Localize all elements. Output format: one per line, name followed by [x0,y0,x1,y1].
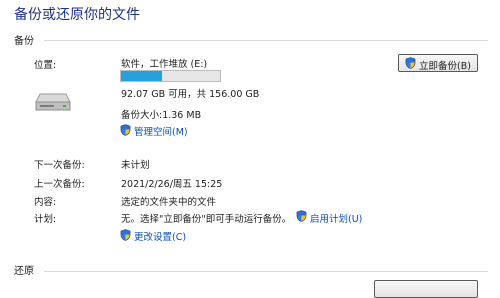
backup-now-label: 立即备份(B) [419,61,471,72]
drive-usage-bar [120,70,221,82]
backup-section-title: 备份 [14,36,34,47]
enable-schedule-link[interactable]: 启用计划(U) [310,211,362,225]
last-backup-value: 2021/2/26/周五 15:25 [121,179,223,190]
drive-usage-fill [121,71,162,81]
schedule-value: 无。选择"立即备份"即可手动运行备份。 [121,214,292,225]
location-label: 位置: [34,60,57,71]
backup-now-button[interactable]: 立即备份(B) [398,54,478,72]
page-title: 备份或还原你的文件 [14,7,140,23]
backup-divider [44,40,488,41]
manage-space-link[interactable]: 管理空间(M) [134,124,188,138]
contents-label: 内容: [34,197,57,208]
shield-icon [296,210,307,222]
restore-section-title: 还原 [14,266,34,277]
space-text: 92.07 GB 可用，共 156.00 GB [121,89,260,100]
drive-icon [35,93,71,111]
drive-name: 软件，工作堆放 (E:) [121,59,208,70]
shield-icon [120,124,131,136]
restore-files-button[interactable] [374,280,478,298]
shield-icon [120,229,131,241]
next-backup-value: 未计划 [121,160,150,171]
change-settings-link[interactable]: 更改设置(C) [134,229,186,243]
shield-icon [405,57,416,69]
restore-divider [44,271,488,272]
contents-value: 选定的文件夹中的文件 [121,197,217,208]
schedule-label: 计划: [34,214,57,225]
last-backup-label: 上一次备份: [34,179,85,190]
next-backup-label: 下一次备份: [34,160,85,171]
backup-size: 备份大小:1.36 MB [121,110,202,121]
